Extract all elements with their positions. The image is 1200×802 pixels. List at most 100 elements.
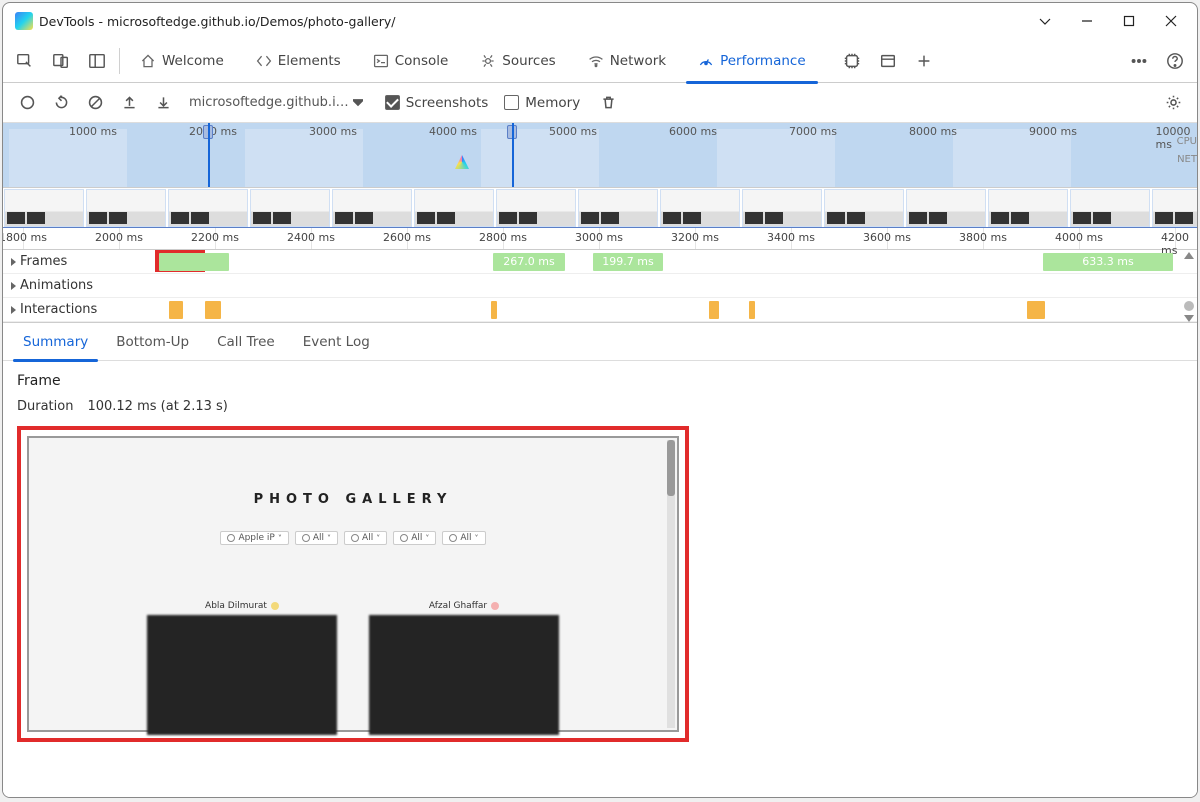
track-label-text: Animations xyxy=(20,278,93,293)
filmstrip-thumb[interactable] xyxy=(1070,189,1150,227)
help-icon[interactable] xyxy=(1157,43,1193,79)
details-subtabs: Summary Bottom-Up Call Tree Event Log xyxy=(3,323,1197,361)
time-ruler[interactable]: 1800 ms2000 ms2200 ms2400 ms2600 ms2800 … xyxy=(3,228,1197,250)
overview-tick: 6000 ms xyxy=(669,125,717,138)
filmstrip-thumb[interactable] xyxy=(988,189,1068,227)
subtab-label: Event Log xyxy=(303,334,370,350)
preview-filter: All˅ xyxy=(344,531,387,545)
interaction-bar[interactable] xyxy=(709,301,719,319)
filmstrip-thumb[interactable] xyxy=(660,189,740,227)
frame-bar[interactable]: 267.0 ms xyxy=(493,253,565,271)
tab-performance[interactable]: Performance xyxy=(682,39,822,83)
tab-label: Console xyxy=(395,53,449,69)
scroll-up-icon[interactable] xyxy=(1184,252,1194,259)
interaction-bar[interactable] xyxy=(1027,301,1045,319)
filmstrip-thumb[interactable] xyxy=(1152,189,1198,227)
load-profile-icon[interactable] xyxy=(115,89,143,117)
filmstrip[interactable]: /*generated below*/ xyxy=(3,188,1197,228)
target-label: microsoftedge.github.i… xyxy=(189,95,349,110)
memory-panel-icon[interactable] xyxy=(834,43,870,79)
window-close-icon[interactable] xyxy=(1151,6,1191,36)
app-icon xyxy=(15,12,33,30)
application-panel-icon[interactable] xyxy=(870,43,906,79)
device-toolbar-icon[interactable] xyxy=(43,43,79,79)
frame-bar[interactable]: 199.7 ms xyxy=(593,253,663,271)
subtab-label: Bottom-Up xyxy=(116,334,189,350)
window-maximize-icon[interactable] xyxy=(1109,6,1149,36)
window-minimize-icon[interactable] xyxy=(1067,6,1107,36)
ruler-tick: 2400 ms xyxy=(287,231,335,244)
ruler-tick: 1800 ms xyxy=(2,231,47,244)
target-dropdown[interactable]: microsoftedge.github.i… xyxy=(183,93,369,112)
tab-label: Network xyxy=(610,53,666,69)
preview-card: Afzal Ghaffar xyxy=(369,601,559,735)
clear-button[interactable] xyxy=(81,89,109,117)
more-options-icon[interactable] xyxy=(1121,43,1157,79)
subtab-event-log[interactable]: Event Log xyxy=(289,323,384,361)
interaction-bar[interactable] xyxy=(169,301,183,319)
subtab-label: Call Tree xyxy=(217,334,275,350)
duration-value: 100.12 ms (at 2.13 s) xyxy=(87,399,227,414)
overview-tick: 1000 ms xyxy=(69,125,117,138)
scroll-thumb[interactable] xyxy=(1184,301,1194,311)
subtab-label: Summary xyxy=(23,334,88,350)
tab-elements[interactable]: Elements xyxy=(240,39,357,83)
dock-side-icon[interactable] xyxy=(79,43,115,79)
panel-tabs: Welcome Elements Console Sources Network… xyxy=(3,39,1197,83)
capture-settings-icon[interactable] xyxy=(1159,89,1187,117)
ruler-tick: 3600 ms xyxy=(863,231,911,244)
ruler-tick: 2800 ms xyxy=(479,231,527,244)
save-profile-icon[interactable] xyxy=(149,89,177,117)
subtab-call-tree[interactable]: Call Tree xyxy=(203,323,289,361)
frame-bar[interactable]: 633.3 ms xyxy=(1043,253,1173,271)
filmstrip-thumb[interactable] xyxy=(414,189,494,227)
ruler-tick: 3400 ms xyxy=(767,231,815,244)
timeline-overview[interactable]: 1000 ms2000 ms3000 ms4000 ms5000 ms6000 … xyxy=(3,123,1197,188)
more-tabs-icon[interactable] xyxy=(906,43,942,79)
delete-profile-icon[interactable] xyxy=(594,89,622,117)
subtab-summary[interactable]: Summary xyxy=(9,323,102,361)
subtab-bottom-up[interactable]: Bottom-Up xyxy=(102,323,203,361)
filmstrip-thumb[interactable] xyxy=(168,189,248,227)
filmstrip-thumb[interactable] xyxy=(578,189,658,227)
interaction-bar[interactable] xyxy=(491,301,497,319)
inspect-element-icon[interactable] xyxy=(7,43,43,79)
expand-icon[interactable] xyxy=(11,306,16,314)
screenshots-checkbox[interactable]: Screenshots xyxy=(385,95,489,111)
tab-console[interactable]: Console xyxy=(357,39,465,83)
expand-icon[interactable] xyxy=(11,258,16,266)
filmstrip-thumb[interactable] xyxy=(906,189,986,227)
track-interactions[interactable]: Interactions xyxy=(3,298,1197,322)
interaction-bar[interactable] xyxy=(205,301,221,319)
tab-network[interactable]: Network xyxy=(572,39,682,83)
filmstrip-thumb[interactable] xyxy=(496,189,576,227)
reload-record-button[interactable] xyxy=(47,89,75,117)
filmstrip-thumb[interactable] xyxy=(742,189,822,227)
memory-checkbox[interactable]: Memory xyxy=(504,95,580,111)
filmstrip-thumb[interactable] xyxy=(824,189,904,227)
duration-label: Duration xyxy=(17,399,73,414)
filmstrip-thumb[interactable] xyxy=(86,189,166,227)
filmstrip-thumb[interactable] xyxy=(250,189,330,227)
window-expand-icon[interactable] xyxy=(1025,6,1065,36)
ruler-tick: 3800 ms xyxy=(959,231,1007,244)
preview-filter: All˅ xyxy=(295,531,338,545)
frame-bar[interactable] xyxy=(159,253,229,271)
tracks-scrollbar[interactable] xyxy=(1181,250,1197,324)
track-frames[interactable]: Frames 267.0 ms199.7 ms633.3 ms xyxy=(3,250,1197,274)
expand-icon[interactable] xyxy=(11,282,16,290)
ruler-tick: 2200 ms xyxy=(191,231,239,244)
ruler-tick: 2600 ms xyxy=(383,231,431,244)
tab-sources[interactable]: Sources xyxy=(464,39,571,83)
ruler-tick: 4000 ms xyxy=(1055,231,1103,244)
scroll-down-icon[interactable] xyxy=(1184,315,1194,322)
tab-welcome[interactable]: Welcome xyxy=(124,39,240,83)
filmstrip-thumb[interactable] xyxy=(4,189,84,227)
overview-cursor xyxy=(512,123,514,187)
overview-cursor xyxy=(208,123,210,187)
interaction-bar[interactable] xyxy=(749,301,755,319)
filmstrip-thumb[interactable] xyxy=(332,189,412,227)
track-animations[interactable]: Animations xyxy=(3,274,1197,298)
record-button[interactable] xyxy=(13,89,41,117)
tab-label: Elements xyxy=(278,53,341,69)
